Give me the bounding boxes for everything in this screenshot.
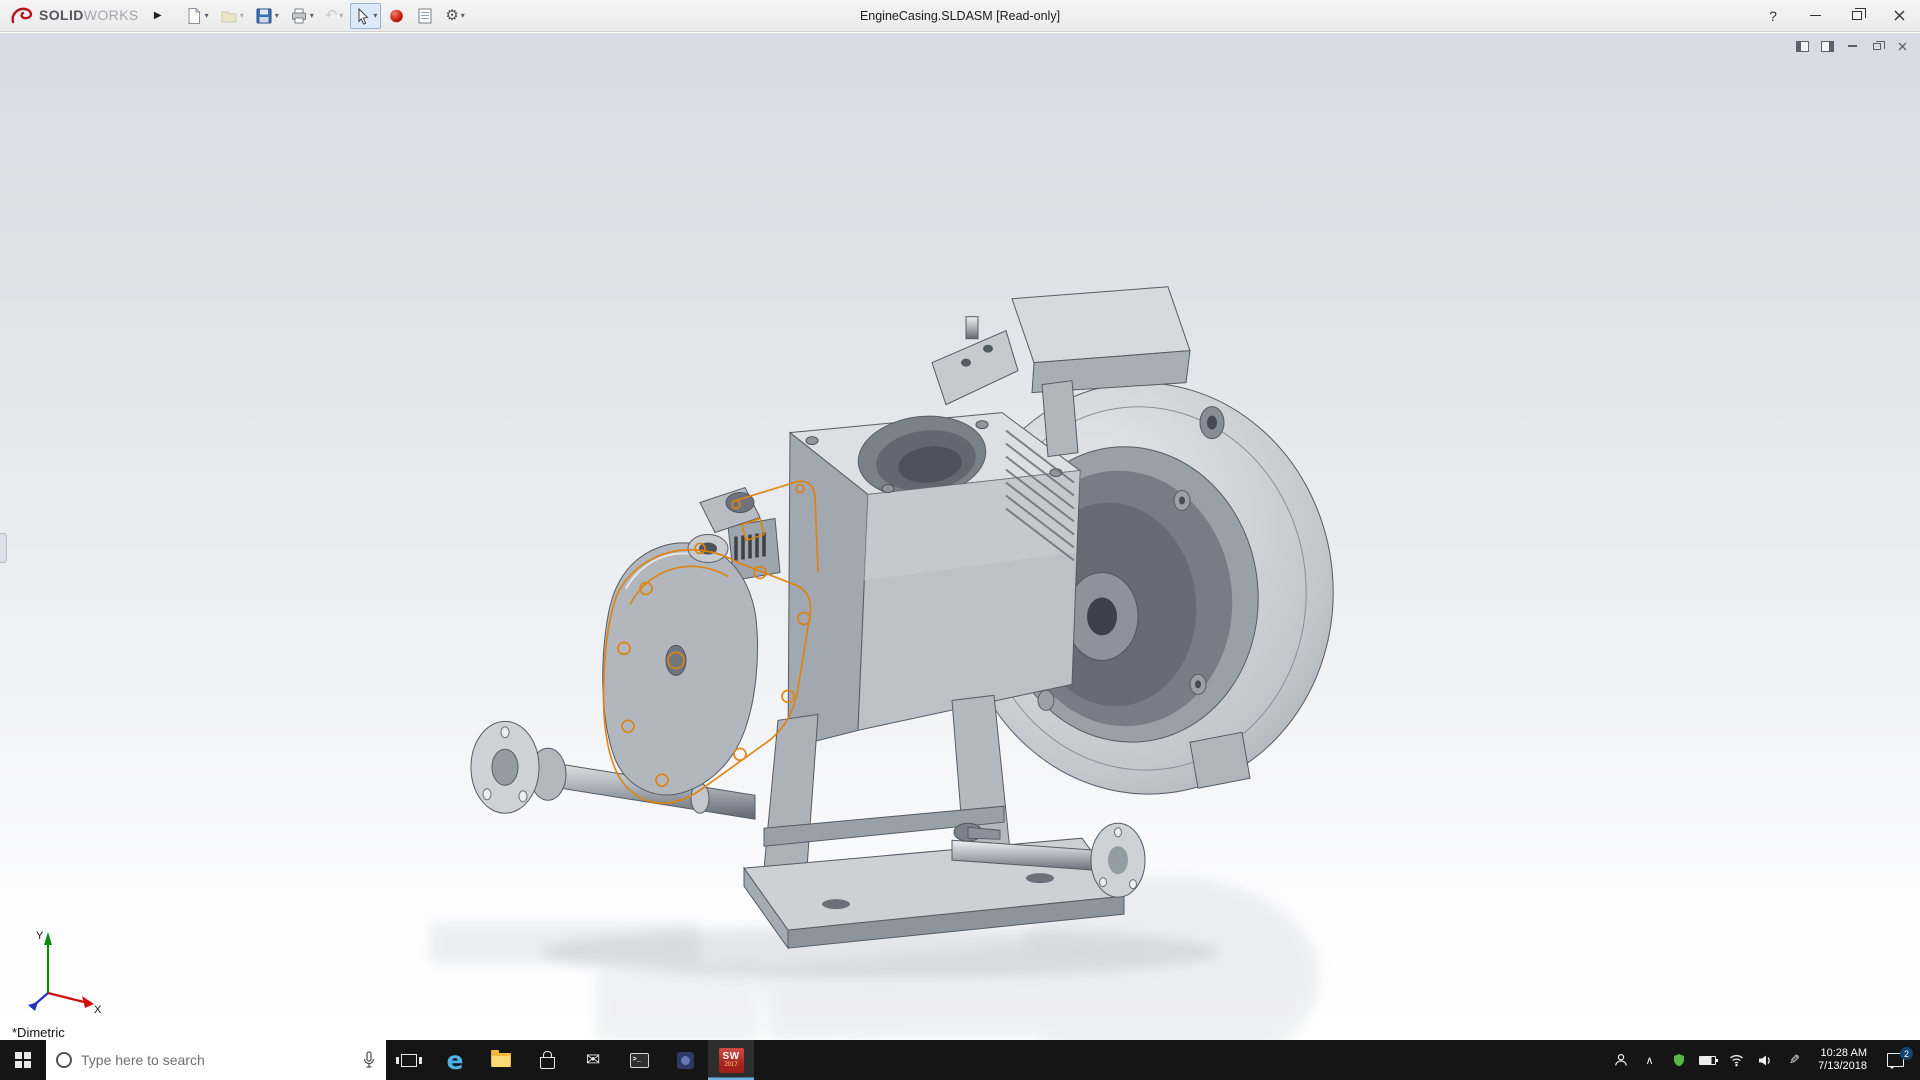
console-icon: >_ bbox=[630, 1053, 649, 1068]
print-button[interactable]: ▾ bbox=[286, 3, 318, 29]
taskbar-app-button[interactable] bbox=[662, 1040, 708, 1080]
doc-restore-icon bbox=[1873, 43, 1881, 50]
shield-icon bbox=[1672, 1053, 1686, 1067]
task-view-icon bbox=[401, 1054, 417, 1067]
clock-time: 10:28 AM bbox=[1818, 1047, 1867, 1061]
pane-right-icon bbox=[1821, 41, 1834, 52]
doc-pane-left-button[interactable] bbox=[1794, 38, 1810, 54]
doc-minimize-button[interactable] bbox=[1844, 38, 1860, 54]
mail-icon: ✉ bbox=[586, 1050, 600, 1070]
document-window-controls bbox=[1794, 38, 1910, 54]
notification-badge: 2 bbox=[1900, 1047, 1913, 1060]
system-tray: ∧ bbox=[1606, 1040, 1920, 1080]
menu-expander-button[interactable]: ▶ bbox=[149, 5, 167, 27]
taskbar-clock[interactable]: 10:28 AM 7/13/2018 bbox=[1809, 1047, 1876, 1074]
taskbar-mail-button[interactable]: ✉ bbox=[570, 1040, 616, 1080]
people-icon bbox=[1614, 1053, 1628, 1067]
network-button[interactable] bbox=[1722, 1040, 1751, 1080]
new-document-button[interactable]: ▾ bbox=[181, 3, 213, 29]
solidworks-app-icon: SW 2017 bbox=[719, 1048, 744, 1073]
store-icon bbox=[540, 1057, 555, 1069]
window-controls: ? bbox=[1752, 0, 1920, 31]
security-button[interactable] bbox=[1664, 1040, 1693, 1080]
open-folder-icon bbox=[220, 7, 238, 25]
doc-pane-right-button[interactable] bbox=[1819, 38, 1835, 54]
graphics-viewport[interactable]: Y X *Dimetric bbox=[0, 33, 1920, 1040]
edge-icon: e bbox=[447, 1048, 464, 1073]
microphone-icon[interactable] bbox=[362, 1051, 376, 1069]
close-icon bbox=[1894, 10, 1905, 21]
search-input[interactable] bbox=[81, 1052, 353, 1068]
wifi-icon bbox=[1729, 1053, 1744, 1067]
hidden-icons-button[interactable]: ∧ bbox=[1635, 1040, 1664, 1080]
options-button[interactable]: ⚙ ▾ bbox=[441, 3, 468, 29]
minimize-button[interactable] bbox=[1794, 0, 1836, 31]
file-properties-icon bbox=[416, 7, 434, 25]
action-center-button[interactable]: 2 bbox=[1876, 1040, 1914, 1080]
solidworks-logo: SOLIDWORKS bbox=[0, 6, 145, 26]
orientation-triad: Y X bbox=[8, 923, 103, 1018]
pane-left-icon bbox=[1796, 41, 1809, 52]
brand-text: SOLIDWORKS bbox=[39, 7, 139, 25]
task-view-button[interactable] bbox=[386, 1040, 432, 1080]
volume-button[interactable] bbox=[1751, 1040, 1780, 1080]
new-document-icon bbox=[185, 7, 203, 25]
chevron-up-icon: ∧ bbox=[1646, 1054, 1654, 1067]
quick-access-toolbar: ▾ ▾ ▾ bbox=[181, 3, 469, 29]
battery-icon bbox=[1699, 1056, 1716, 1065]
taskbar-edge-button[interactable]: e bbox=[432, 1040, 478, 1080]
triad-x-label: X bbox=[94, 1004, 102, 1016]
restore-button[interactable] bbox=[1836, 0, 1878, 31]
document-title: EngineCasing.SLDASM [Read-only] bbox=[860, 0, 1060, 32]
side-cover[interactable] bbox=[603, 488, 780, 795]
undo-button[interactable]: ↶ ▾ bbox=[321, 3, 348, 29]
select-cursor-icon bbox=[354, 7, 371, 25]
volume-icon bbox=[1758, 1054, 1773, 1067]
doc-close-icon bbox=[1898, 42, 1907, 51]
undo-icon: ↶ bbox=[325, 8, 338, 23]
title-bar: SOLIDWORKS ▶ ▾ ▾ bbox=[0, 0, 1920, 32]
taskbar-solidworks-button[interactable]: SW 2017 bbox=[708, 1040, 754, 1080]
cortana-icon bbox=[56, 1052, 72, 1068]
doc-close-button[interactable] bbox=[1894, 38, 1910, 54]
windows-taskbar: e ✉ >_ SW 2017 bbox=[0, 1040, 1920, 1080]
windows-ink-button[interactable]: ✎ bbox=[1780, 1040, 1809, 1080]
taskbar-console-button[interactable]: >_ bbox=[616, 1040, 662, 1080]
taskbar-file-explorer-button[interactable] bbox=[478, 1040, 524, 1080]
triad-y-label: Y bbox=[36, 930, 44, 942]
print-icon bbox=[290, 7, 308, 25]
close-button[interactable] bbox=[1878, 0, 1920, 31]
gear-icon: ⚙ bbox=[445, 8, 458, 23]
help-button[interactable]: ? bbox=[1752, 0, 1794, 31]
select-tool-button[interactable]: ▾ bbox=[350, 3, 381, 29]
minimize-icon bbox=[1810, 15, 1821, 17]
rebuild-icon bbox=[388, 7, 405, 24]
ds-swirl-icon bbox=[10, 6, 36, 26]
start-button[interactable] bbox=[0, 1040, 46, 1080]
windows-logo-icon bbox=[15, 1052, 31, 1068]
engine-casing-model[interactable] bbox=[0, 33, 1920, 1040]
people-button[interactable] bbox=[1606, 1040, 1635, 1080]
doc-restore-button[interactable] bbox=[1869, 38, 1885, 54]
save-button[interactable]: ▾ bbox=[251, 3, 283, 29]
app-cube-icon bbox=[677, 1052, 694, 1069]
taskbar-search[interactable] bbox=[46, 1040, 386, 1080]
solidworks-window: SOLIDWORKS ▶ ▾ ▾ bbox=[0, 0, 1920, 1080]
file-explorer-icon bbox=[491, 1053, 511, 1067]
restore-icon bbox=[1852, 11, 1862, 20]
battery-button[interactable] bbox=[1693, 1040, 1722, 1080]
pen-icon: ✎ bbox=[1789, 1053, 1800, 1068]
rebuild-button[interactable] bbox=[384, 3, 409, 29]
view-orientation-label: *Dimetric bbox=[12, 1025, 65, 1040]
save-icon bbox=[255, 7, 273, 25]
file-properties-button[interactable] bbox=[412, 3, 438, 29]
taskbar-store-button[interactable] bbox=[524, 1040, 570, 1080]
open-document-button[interactable]: ▾ bbox=[216, 3, 248, 29]
doc-minimize-icon bbox=[1848, 45, 1857, 47]
clock-date: 7/13/2018 bbox=[1818, 1060, 1867, 1074]
